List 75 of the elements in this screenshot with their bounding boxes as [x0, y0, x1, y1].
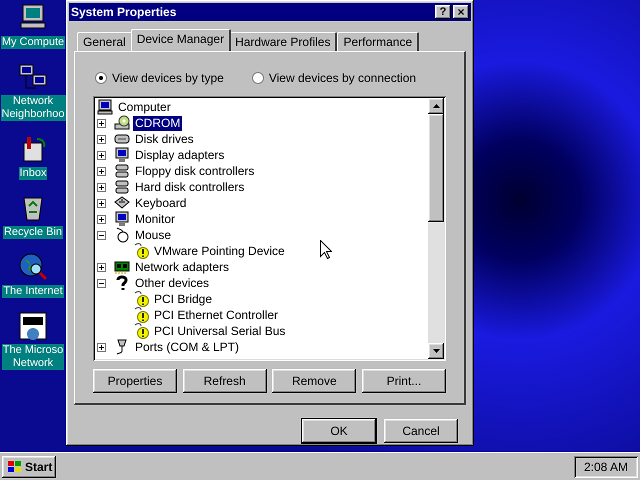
desktop-icon-label[interactable]: The Internet — [2, 285, 64, 298]
desktop-icon-label[interactable]: Network Neighborhoo — [0, 95, 66, 121]
msn-desktop-icon[interactable] — [17, 310, 49, 342]
close-button[interactable]: × — [453, 5, 469, 19]
desktop-icon-label[interactable]: Inbox — [18, 167, 48, 180]
dialog-button[interactable]: Refresh — [182, 369, 267, 393]
tree-item[interactable]: Disk drives — [133, 132, 196, 146]
tree-item[interactable]: PCI Bridge — [152, 292, 214, 306]
controller-device-icon — [114, 163, 130, 179]
dialog-button[interactable]: Print... — [362, 369, 446, 393]
tab[interactable]: Device Manager — [130, 29, 232, 51]
dialog-button[interactable]: Remove — [272, 369, 356, 393]
dialog-button[interactable]: Cancel — [384, 419, 458, 443]
tab[interactable]: Performance — [337, 32, 420, 51]
dialog-button[interactable]: Properties — [93, 369, 177, 393]
netcard-device-icon — [114, 259, 130, 275]
tab[interactable]: General — [77, 32, 133, 51]
down-arrow-icon — [432, 349, 440, 353]
monitor-device-icon — [114, 211, 130, 227]
expand-toggle[interactable] — [97, 214, 106, 224]
tree-item[interactable]: Mouse — [133, 228, 174, 242]
expand-toggle[interactable] — [97, 262, 106, 272]
scroll-up-button[interactable] — [428, 98, 444, 114]
tree-item[interactable]: Keyboard — [133, 196, 188, 210]
windows-logo-icon — [6, 460, 22, 474]
tab[interactable]: Hardware Profiles — [229, 32, 338, 51]
tree-item[interactable]: Network adapters — [133, 260, 232, 274]
mouse-pointer-icon — [320, 240, 332, 259]
tree-item[interactable]: PCI Ethernet Controller — [152, 308, 280, 322]
collapse-toggle[interactable] — [97, 278, 106, 288]
scroll-down-button[interactable] — [428, 343, 444, 359]
radio-label[interactable]: View devices by type — [112, 69, 224, 87]
monitor-device-icon — [114, 147, 130, 163]
expand-toggle[interactable] — [97, 166, 106, 176]
tree-item[interactable]: Ports (COM & LPT) — [133, 340, 242, 354]
tree-item[interactable]: Display adapters — [133, 148, 226, 162]
tree-item[interactable]: VMware Pointing Device — [152, 244, 287, 258]
expand-toggle[interactable] — [97, 198, 106, 208]
tree-item[interactable]: Floppy disk controllers — [133, 164, 256, 178]
tree-item[interactable]: Hard disk controllers — [133, 180, 246, 194]
help-button[interactable]: ? — [435, 5, 451, 19]
warning-device-icon — [133, 307, 149, 323]
tree-root[interactable]: Computer — [118, 98, 171, 116]
radio-label[interactable]: View devices by connection — [268, 69, 416, 87]
window-title: System Properties — [71, 4, 178, 21]
mouse-device-icon — [114, 227, 130, 243]
computer-device-icon — [97, 99, 113, 115]
warning-device-icon — [133, 323, 149, 339]
warning-device-icon — [133, 243, 149, 259]
radio-button[interactable] — [252, 72, 264, 84]
tree-item[interactable]: PCI Universal Serial Bus — [152, 324, 288, 338]
desktop-icon-label[interactable]: My Compute — [0, 36, 66, 49]
expand-toggle[interactable] — [97, 342, 106, 352]
expand-toggle[interactable] — [97, 182, 106, 192]
up-arrow-icon — [432, 104, 440, 108]
tree-item[interactable]: Other devices — [133, 276, 212, 290]
clock: 2:08 AM — [574, 456, 638, 478]
cdrom-device-icon — [114, 115, 130, 131]
desktop-icon-label[interactable]: The Microso Network — [2, 344, 64, 370]
scroll-thumb[interactable] — [428, 114, 444, 222]
tree-item[interactable]: CDROM — [133, 116, 182, 130]
radio-button[interactable] — [95, 72, 107, 84]
scrollbar[interactable] — [428, 98, 444, 359]
question-device-icon — [114, 275, 130, 291]
internet-desktop-icon[interactable] — [16, 251, 49, 283]
warning-device-icon — [133, 291, 149, 307]
expand-toggle[interactable] — [97, 150, 106, 160]
expand-toggle[interactable] — [97, 118, 106, 128]
dialog-button[interactable]: OK — [302, 419, 376, 443]
start-button[interactable]: Start — [2, 456, 56, 478]
controller-device-icon — [114, 179, 130, 195]
collapse-toggle[interactable] — [97, 230, 106, 240]
desktop-icon-label[interactable]: Recycle Bin — [2, 226, 64, 239]
tree-item[interactable]: Monitor — [133, 212, 178, 226]
expand-toggle[interactable] — [97, 134, 106, 144]
